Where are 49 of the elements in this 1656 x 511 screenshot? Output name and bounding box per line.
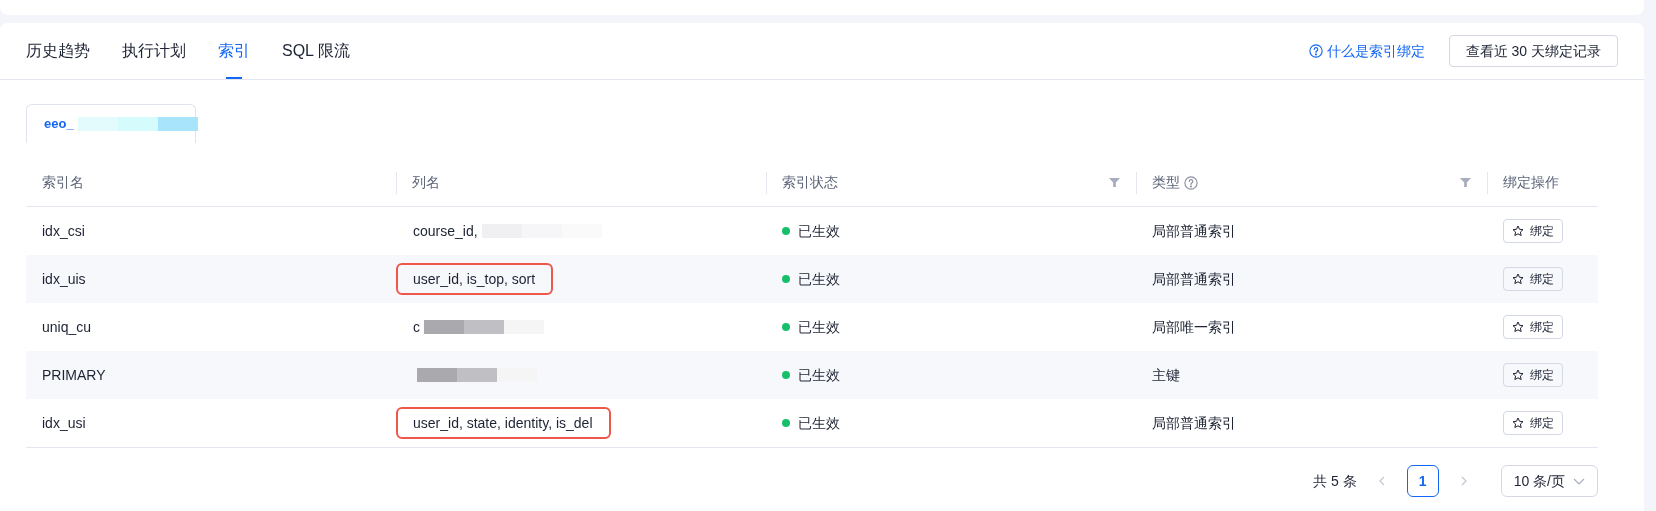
help-icon	[1308, 44, 1323, 58]
column-header: 索引状态	[782, 173, 838, 192]
column-header: 绑定操作	[1503, 173, 1559, 192]
tab[interactable]: SQL 限流	[282, 23, 350, 79]
table-cell: 主键	[1152, 366, 1180, 383]
status-text: 已生效	[798, 365, 840, 385]
table-cell-text: c	[413, 317, 420, 337]
star-icon	[1512, 417, 1524, 429]
tab[interactable]: 历史趋势	[26, 23, 90, 79]
table-cell-text: course_id,	[413, 221, 478, 241]
column-header: 列名	[412, 173, 440, 192]
history-button[interactable]: 查看近 30 天绑定记录	[1448, 35, 1618, 67]
status-text: 已生效	[798, 221, 840, 241]
star-icon	[1512, 225, 1524, 237]
star-icon	[1512, 273, 1524, 285]
table-cell: 局部普通索引	[1152, 222, 1236, 239]
bind-button[interactable]: 绑定	[1503, 411, 1563, 435]
page-button[interactable]: 1	[1406, 465, 1439, 497]
status-text: 已生效	[798, 269, 840, 289]
table-tab[interactable]: eeo_	[26, 104, 196, 143]
help-link[interactable]: 什么是索引绑定	[1308, 40, 1425, 62]
status-text: 已生效	[798, 413, 840, 433]
help-icon	[1184, 175, 1198, 190]
table-cell: idx_uis	[42, 270, 86, 287]
total-count: 共 5 条	[1313, 471, 1357, 491]
bind-button[interactable]: 绑定	[1503, 363, 1563, 387]
bind-button[interactable]: 绑定	[1503, 267, 1563, 291]
tab[interactable]: 执行计划	[122, 23, 186, 79]
star-icon	[1512, 321, 1524, 333]
bind-button[interactable]: 绑定	[1503, 315, 1563, 339]
table-cell-text: user_id, state, identity, is_del	[413, 413, 593, 433]
table-cell: idx_usi	[42, 414, 86, 431]
star-icon	[1512, 369, 1524, 381]
table-cell-text: user_id, is_top, sort	[413, 269, 536, 289]
status-text: 已生效	[798, 317, 840, 337]
table-cell: 局部普通索引	[1152, 270, 1236, 287]
table-cell: uniq_cu	[42, 318, 92, 335]
bind-button[interactable]: 绑定	[1503, 219, 1563, 243]
table-tab-label: eeo_	[44, 115, 74, 134]
filter-icon[interactable]	[1109, 177, 1120, 188]
column-header: 类型	[1152, 173, 1180, 192]
table-cell: idx_csi	[42, 222, 85, 239]
column-header: 索引名	[42, 173, 84, 192]
table-cell: 局部普通索引	[1152, 414, 1236, 431]
table-cell: PRIMARY	[42, 366, 106, 383]
filter-icon[interactable]	[1460, 177, 1471, 188]
table-cell: 局部唯一索引	[1152, 318, 1236, 335]
page-size-select[interactable]: 10 条/页	[1500, 465, 1598, 497]
tab[interactable]: 索引	[218, 23, 250, 79]
